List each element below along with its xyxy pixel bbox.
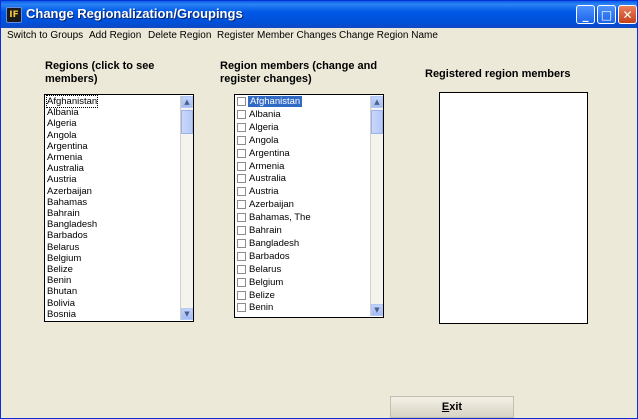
member-list-item[interactable]: Bangladesh [249,238,299,249]
registered-members-listbox[interactable] [439,92,588,324]
menu-change-region-name[interactable]: Change Region Name [339,30,438,41]
member-list-item[interactable]: Barbados [249,251,290,262]
member-checkbox[interactable] [237,251,246,261]
member-list-item[interactable]: Angola [249,135,279,146]
member-list-item[interactable]: Bahamas, The [249,212,311,223]
regions-listbox[interactable]: Afghanistan Albania Algeria Angola Argentina… [44,94,194,322]
menu-add-region[interactable]: Add Region [89,30,141,41]
region-list-item[interactable]: Armenia [47,152,82,163]
regions-scrollbar[interactable]: ▲ ▼ [180,96,193,320]
menu-delete-region[interactable]: Delete Region [148,30,211,41]
region-list-item[interactable]: Bahrain [47,208,80,219]
menu-register-member-changes[interactable]: Register Member Changes [217,30,337,41]
member-checkbox[interactable] [237,109,246,119]
region-list-item[interactable]: Bangladesh [47,219,97,230]
region-list-item[interactable]: Barbados [47,230,88,241]
window-title: Change Regionalization/Groupings [26,6,243,21]
region-list-item[interactable]: Belgium [47,253,81,264]
main-window: IF Change Regionalization/Groupings _ □ … [0,0,638,419]
member-checkbox[interactable] [237,264,246,274]
scroll-thumb[interactable] [371,110,383,134]
members-heading-line1: Region members (change and [220,60,378,72]
region-list-item[interactable]: Albania [47,107,79,118]
member-checkbox[interactable] [237,200,246,210]
region-list-item[interactable]: Australia [47,163,84,174]
scroll-up-arrow-icon[interactable]: ▲ [371,96,383,108]
regions-heading-line1: Regions (click to see [45,60,155,72]
exit-button[interactable]: Exit [390,396,514,418]
members-heading: Region members (change and register chan… [220,60,377,86]
member-checkbox[interactable] [237,187,246,197]
member-checkbox[interactable] [237,97,246,106]
member-checkbox[interactable] [237,213,246,223]
member-checkbox[interactable] [237,238,246,248]
regions-heading: Regions (click to see members) [45,60,154,86]
region-list-item[interactable]: Benin [47,275,71,286]
region-list-item[interactable]: Algeria [47,118,77,129]
members-heading-line2: register changes) [220,73,312,85]
region-list-item[interactable]: Afghanistan [45,95,99,108]
scroll-down-arrow-icon[interactable]: ▼ [371,304,383,316]
scroll-down-arrow-icon[interactable]: ▼ [181,308,193,320]
close-button[interactable]: ✕ [618,5,637,24]
members-scrollbar[interactable]: ▲ ▼ [370,96,383,316]
member-list-item[interactable]: Belgium [249,277,283,288]
member-checkbox[interactable] [237,161,246,171]
member-list-item[interactable]: Belize [249,290,275,301]
member-checkbox[interactable] [237,122,246,132]
region-list-item[interactable]: Angola [47,130,77,141]
member-list-item[interactable]: Afghanistan [248,96,303,107]
member-checkbox[interactable] [237,174,246,184]
region-list-item[interactable]: Austria [47,174,77,185]
menu-bar: Switch to Groups Add Region Delete Regio… [1,28,637,47]
member-list-item[interactable]: Albania [249,109,281,120]
member-list-item[interactable]: Argentina [249,148,290,159]
region-list-item[interactable]: Belize [47,264,73,275]
member-list-item[interactable]: Bahrain [249,225,282,236]
member-list-item[interactable]: Australia [249,173,286,184]
member-list-item[interactable]: Austria [249,186,279,197]
region-list-item[interactable]: Belarus [47,242,79,253]
app-icon: IF [6,7,22,23]
region-list-item[interactable]: Bosnia [47,309,76,320]
member-checkbox[interactable] [237,148,246,158]
member-list-item[interactable]: Algeria [249,122,279,133]
exit-button-label: xit [449,401,463,413]
maximize-button[interactable]: □ [597,5,616,24]
member-checkbox[interactable] [237,303,246,313]
member-list-item[interactable]: Azerbaijan [249,199,294,210]
region-list-item[interactable]: Argentina [47,141,88,152]
minimize-button[interactable]: _ [576,5,595,24]
menu-switch-to-groups[interactable]: Switch to Groups [7,30,83,41]
member-checkbox[interactable] [237,135,246,145]
title-bar[interactable]: IF Change Regionalization/Groupings _ □ … [1,1,637,28]
region-list-item[interactable]: Bhutan [47,286,77,297]
region-list-item[interactable]: Azerbaijan [47,186,92,197]
scroll-thumb[interactable] [181,110,193,134]
member-list-item[interactable]: Benin [249,302,273,313]
member-checkbox[interactable] [237,226,246,235]
scroll-up-arrow-icon[interactable]: ▲ [181,96,193,108]
region-list-item[interactable]: Bahamas [47,197,87,208]
registered-heading: Registered region members [425,68,571,80]
region-list-item[interactable]: Bolivia [47,298,75,309]
member-checkbox[interactable] [237,290,246,300]
regions-heading-line2: members) [45,73,98,85]
member-list-item[interactable]: Belarus [249,264,281,275]
members-listbox[interactable]: Afghanistan Albania Algeria Angola Argentina… [234,94,384,318]
member-checkbox[interactable] [237,277,246,287]
member-list-item[interactable]: Armenia [249,161,284,172]
